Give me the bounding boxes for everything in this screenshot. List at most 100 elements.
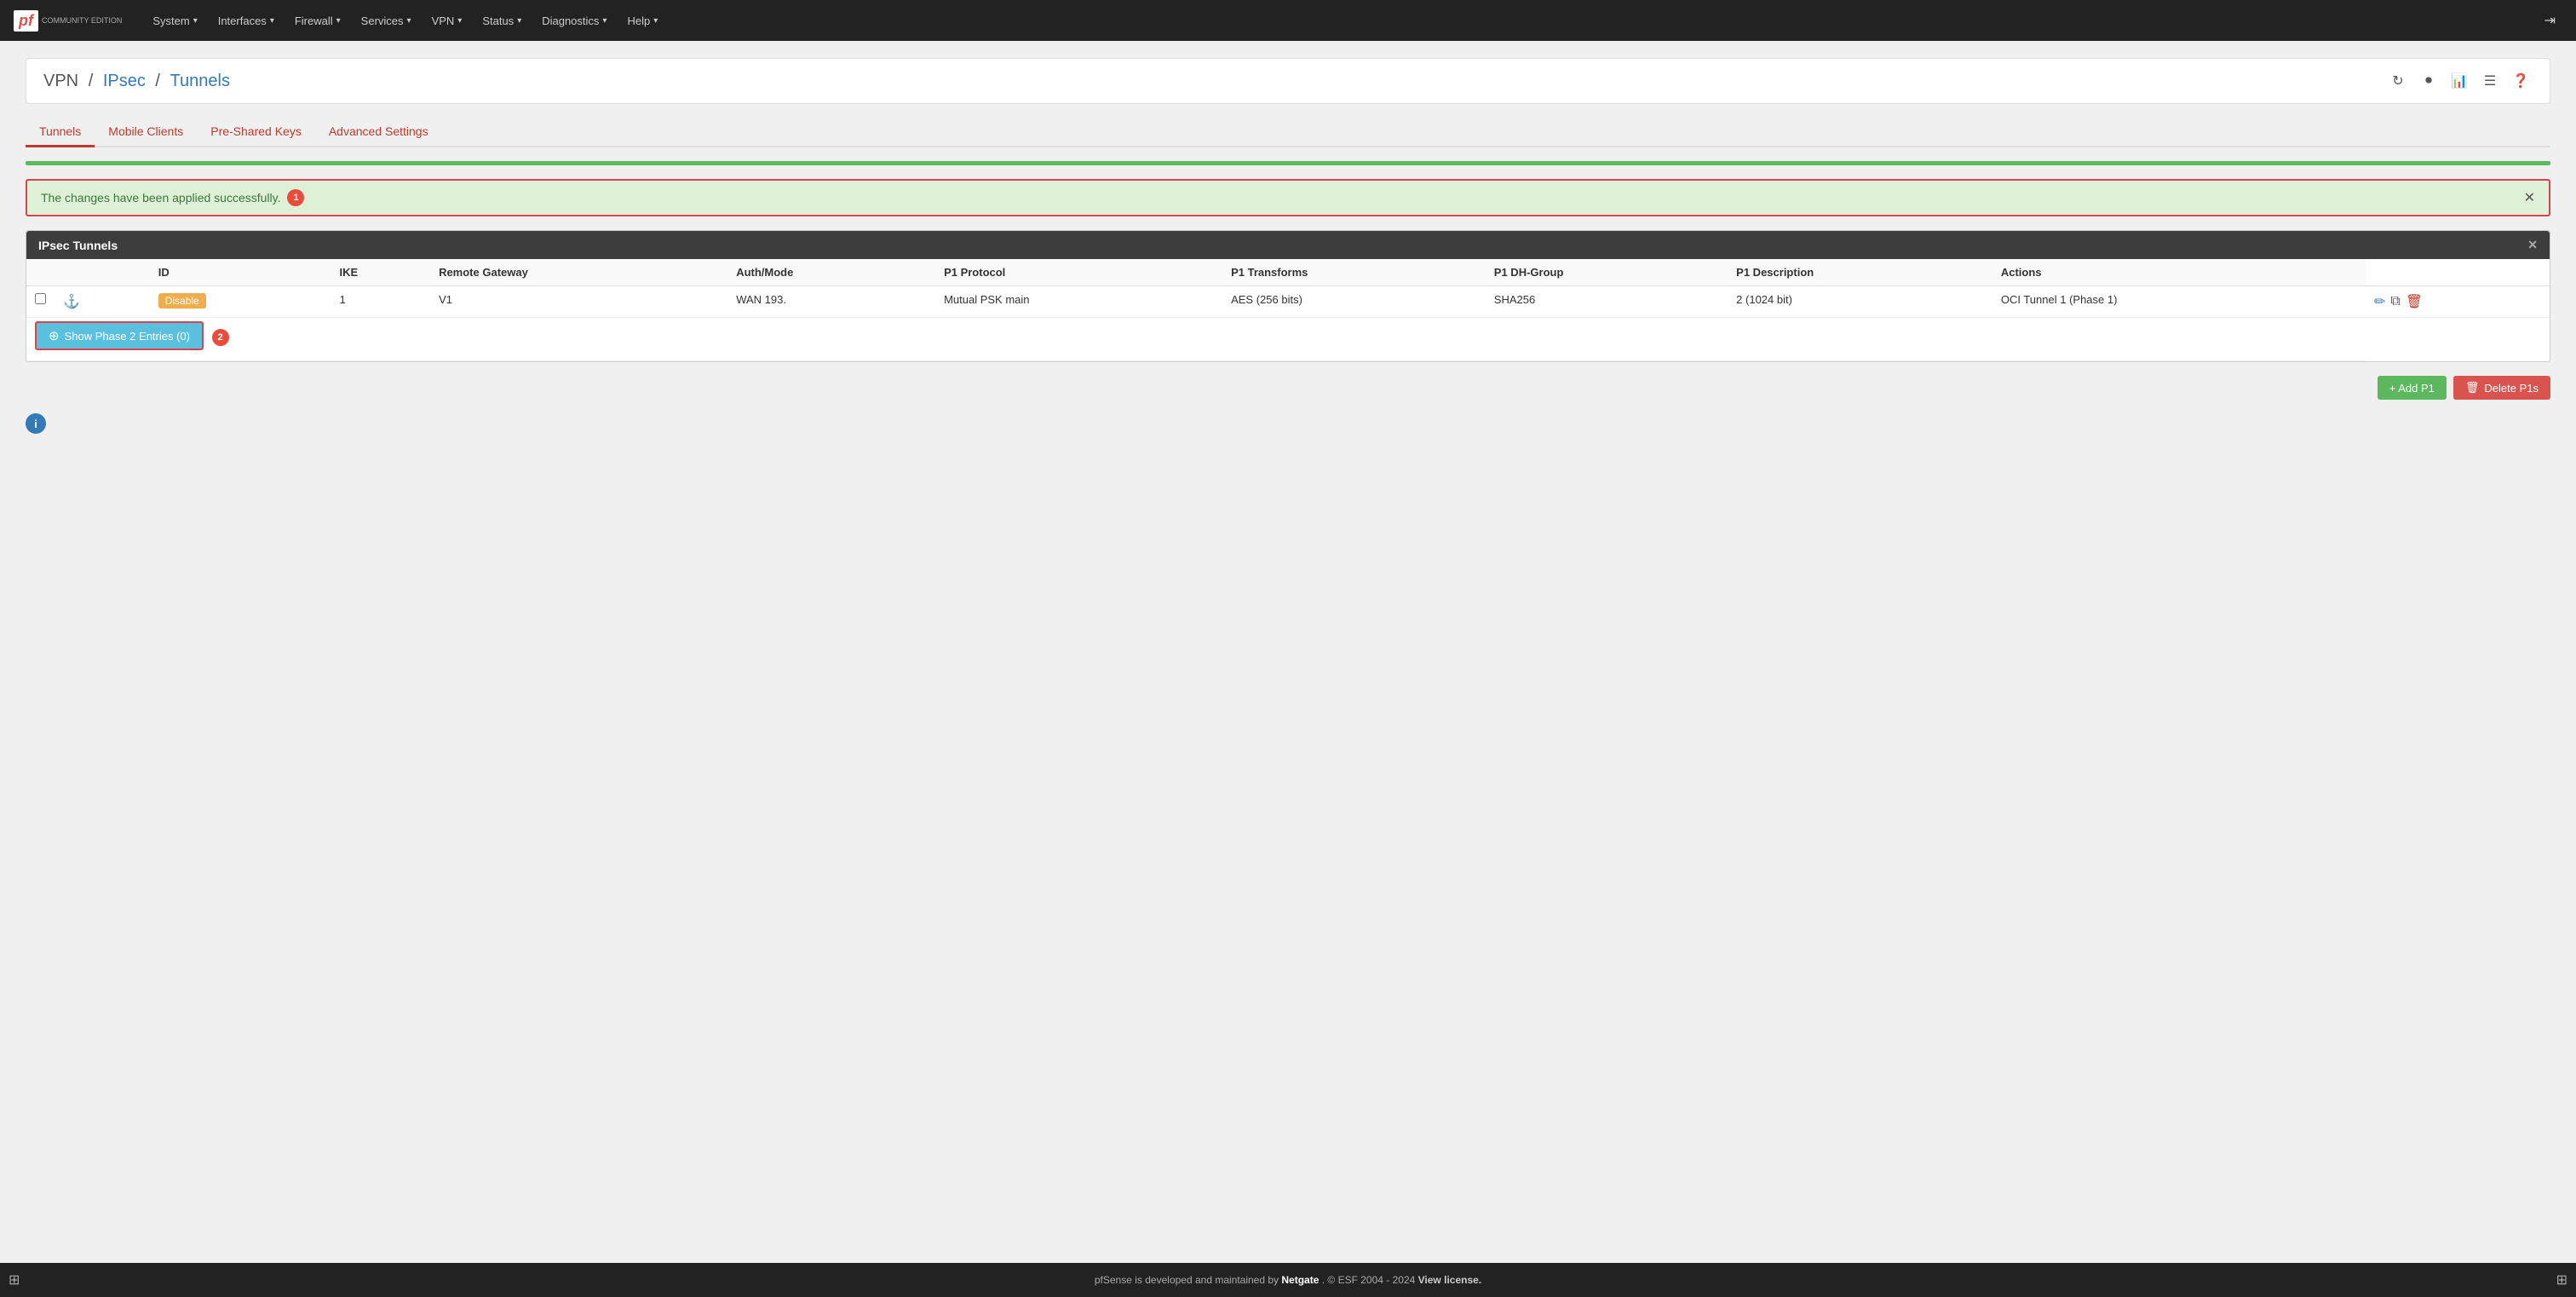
row-checkbox-cell — [26, 286, 55, 318]
col-checkbox — [26, 259, 55, 286]
banner-text: The changes have been applied successful… — [41, 191, 280, 205]
footer-mid: is developed and maintained by — [1135, 1274, 1281, 1286]
banner-badge: 1 — [287, 189, 304, 206]
tab-tunnels[interactable]: Tunnels — [26, 118, 95, 147]
col-auth-mode: Auth/Mode — [727, 259, 935, 286]
bc-sep2: / — [155, 72, 164, 90]
reload-icon[interactable]: ↻ — [2386, 69, 2410, 93]
bc-sep1: / — [89, 72, 98, 90]
phase2-row: ⊕ Show Phase 2 Entries (0) 2 — [26, 318, 2550, 361]
nav-items: System ▾ Interfaces ▾ Firewall ▾ Service… — [142, 0, 2562, 41]
logo: pf — [14, 10, 38, 32]
footer-netgate: Netgate — [1281, 1274, 1319, 1286]
chart-icon[interactable]: 📊 — [2447, 69, 2471, 93]
list-icon[interactable]: ☰ — [2478, 69, 2502, 93]
row-p1-transforms: SHA256 — [1486, 286, 1728, 318]
col-ike: IKE — [331, 259, 430, 286]
nav-firewall[interactable]: Firewall ▾ — [285, 0, 351, 41]
show-phase2-button[interactable]: ⊕ Show Phase 2 Entries (0) — [35, 321, 204, 350]
col-p1-protocol: P1 Protocol — [935, 259, 1222, 286]
bottom-actions: + Add P1 🗑 Delete P1s — [26, 376, 2550, 400]
row-anchor-cell: ⚓ — [55, 286, 150, 318]
nav-interfaces[interactable]: Interfaces ▾ — [208, 0, 285, 41]
footer: ⊞ pfSense is developed and maintained by… — [0, 1263, 2576, 1297]
add-p1-button[interactable]: + Add P1 — [2378, 376, 2447, 400]
system-arrow: ▾ — [193, 16, 198, 26]
status-arrow: ▾ — [517, 16, 521, 26]
col-remote-gateway: Remote Gateway — [430, 259, 727, 286]
copy-button[interactable]: ⧉ — [2390, 294, 2400, 309]
row-ike: V1 — [430, 286, 727, 318]
table-collapse-icon[interactable]: ✕ — [2527, 238, 2538, 252]
footer-text: pfSense is developed and maintained by N… — [20, 1274, 2556, 1286]
col-anchor — [55, 259, 150, 286]
row-checkbox[interactable] — [35, 293, 46, 304]
col-p1-transforms: P1 Transforms — [1222, 259, 1486, 286]
tab-pre-shared-keys[interactable]: Pre-Shared Keys — [197, 118, 315, 147]
footer-license-link[interactable]: View license. — [1418, 1274, 1482, 1286]
disable-button[interactable]: Disable — [158, 293, 206, 308]
footer-copyright: . © ESF 2004 - 2024 — [1322, 1274, 1418, 1286]
diagnostics-arrow: ▾ — [602, 16, 607, 26]
delete-p1s-button[interactable]: 🗑 Delete P1s — [2453, 376, 2550, 400]
table-title: IPsec Tunnels — [38, 239, 118, 252]
col-p1-dhgroup: P1 DH-Group — [1486, 259, 1728, 286]
row-id: 1 — [331, 286, 430, 318]
navbar: pf COMMUNITY EDITION System ▾ Interfaces… — [0, 0, 2576, 41]
record-icon[interactable]: ⏺ — [2417, 69, 2441, 93]
nav-services[interactable]: Services ▾ — [351, 0, 422, 41]
trash-icon: 🗑 — [2465, 381, 2480, 395]
edition-label: COMMUNITY EDITION — [42, 16, 122, 26]
edit-button[interactable]: ✏ — [2374, 293, 2385, 310]
tunnels-table: ID IKE Remote Gateway Auth/Mode P1 Proto… — [26, 259, 2550, 361]
brand: pf COMMUNITY EDITION — [14, 10, 122, 32]
header-actions: ↻ ⏺ 📊 ☰ ❓ — [2386, 69, 2533, 93]
banner-content: The changes have been applied successful… — [41, 189, 304, 206]
success-banner: The changes have been applied successful… — [26, 179, 2550, 216]
phase2-btn-label: Show Phase 2 Entries (0) — [65, 330, 190, 343]
col-actions: Actions — [1992, 259, 2366, 286]
interfaces-arrow: ▾ — [270, 16, 274, 26]
phase2-badge: 2 — [212, 329, 229, 346]
help-arrow: ▾ — [653, 16, 658, 26]
help-icon[interactable]: ❓ — [2509, 69, 2533, 93]
services-arrow: ▾ — [407, 16, 411, 26]
table-header: IPsec Tunnels ✕ — [26, 231, 2550, 259]
table-header-row: ID IKE Remote Gateway Auth/Mode P1 Proto… — [26, 259, 2550, 286]
banner-close-button[interactable]: ✕ — [2524, 189, 2535, 206]
info-icon[interactable]: i — [26, 413, 46, 434]
tabs: Tunnels Mobile Clients Pre-Shared Keys A… — [26, 118, 2550, 147]
row-remote-gateway: WAN 193. — [727, 286, 935, 318]
phase2-cell: ⊕ Show Phase 2 Entries (0) 2 — [26, 318, 2366, 361]
row-status-cell: Disable — [150, 286, 331, 318]
page-content: VPN / IPsec / Tunnels ↻ ⏺ 📊 ☰ ❓ Tunnels … — [0, 41, 2576, 1263]
ipsec-tunnels-table: IPsec Tunnels ✕ ID IKE Remote Gateway Au… — [26, 230, 2550, 362]
anchor-icon: ⚓ — [63, 295, 80, 309]
breadcrumb: VPN / IPsec / Tunnels — [43, 72, 230, 91]
footer-pfsense: pfSense — [1095, 1274, 1132, 1286]
nav-system[interactable]: System ▾ — [142, 0, 207, 41]
delete-p1s-label: Delete P1s — [2484, 382, 2539, 395]
nav-help[interactable]: Help ▾ — [617, 0, 668, 41]
tab-mobile-clients[interactable]: Mobile Clients — [95, 118, 197, 147]
bc-tunnels: Tunnels — [170, 72, 230, 90]
logout-icon[interactable]: ⇥ — [2538, 12, 2562, 29]
firewall-arrow: ▾ — [336, 16, 341, 26]
table-row: ⚓ Disable 1 V1 WAN 193. Mutual PSK main … — [26, 286, 2550, 318]
tab-advanced-settings[interactable]: Advanced Settings — [315, 118, 442, 147]
col-p1-description: P1 Description — [1728, 259, 1992, 286]
delete-button[interactable]: 🗑 — [2406, 293, 2423, 310]
green-status-bar — [26, 161, 2550, 165]
row-auth-mode: Mutual PSK main — [935, 286, 1222, 318]
row-p1-dhgroup: 2 (1024 bit) — [1728, 286, 1992, 318]
footer-right-icon[interactable]: ⊞ — [2556, 1271, 2567, 1288]
nav-vpn[interactable]: VPN ▾ — [422, 0, 473, 41]
row-p1-description: OCI Tunnel 1 (Phase 1) — [1992, 286, 2366, 318]
bc-ipsec[interactable]: IPsec — [103, 72, 146, 90]
row-p1-protocol: AES (256 bits) — [1222, 286, 1486, 318]
nav-status[interactable]: Status ▾ — [472, 0, 532, 41]
action-buttons: ✏ ⧉ 🗑 — [2374, 293, 2541, 310]
nav-diagnostics[interactable]: Diagnostics ▾ — [532, 0, 617, 41]
vpn-arrow: ▾ — [457, 16, 462, 26]
footer-left-icon[interactable]: ⊞ — [9, 1271, 20, 1288]
